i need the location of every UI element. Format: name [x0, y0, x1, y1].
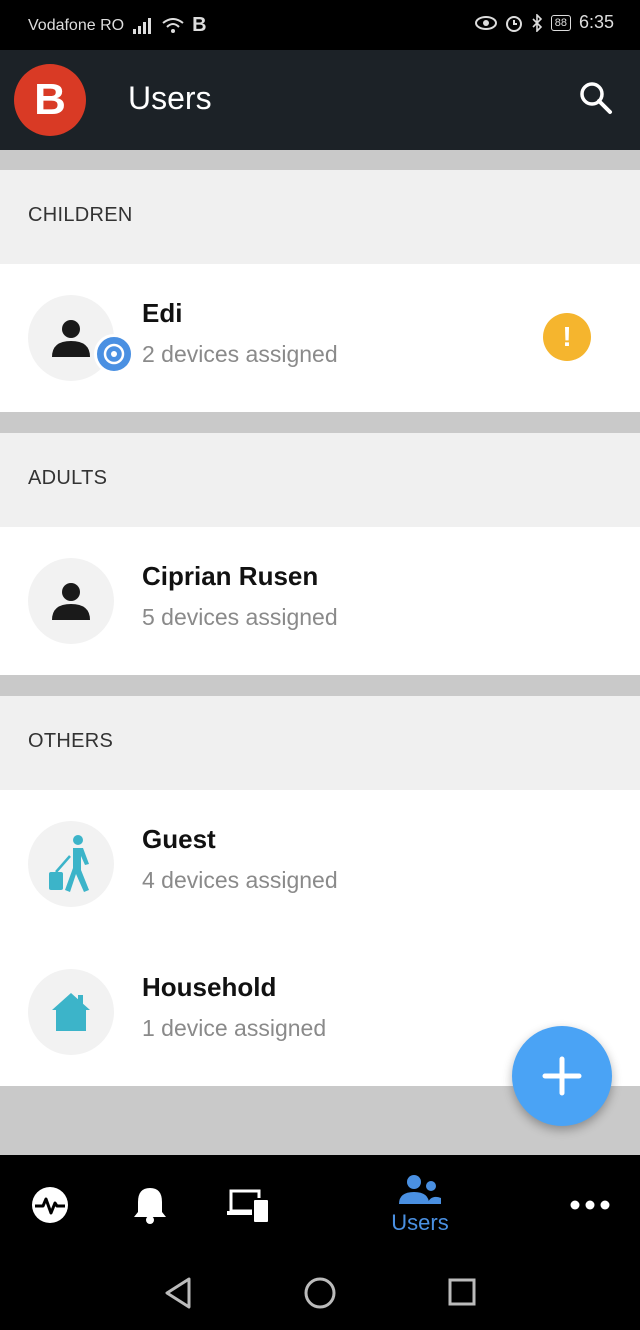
child-badge-icon [103, 343, 125, 365]
status-left: Vodafone RO B [28, 14, 207, 37]
home-circle-icon[interactable] [304, 1277, 336, 1309]
user-name: Ciprian Rusen [142, 561, 319, 591]
guest-icon [49, 835, 89, 892]
system-nav-bar [0, 1255, 640, 1330]
user-devices: 4 devices assigned [142, 867, 338, 893]
nav-devices[interactable] [225, 1155, 273, 1255]
user-name: Guest [142, 824, 216, 854]
battery-indicator: 88 [550, 14, 571, 31]
nav-notifications[interactable] [130, 1155, 170, 1255]
avatar [28, 821, 114, 907]
section-header-children: CHILDREN [0, 170, 640, 264]
bluetooth-icon [532, 13, 542, 32]
devices-icon [227, 1189, 270, 1223]
user-row-ciprian[interactable]: Ciprian Rusen 5 devices assigned [0, 527, 640, 675]
section-header-others: OTHERS [0, 696, 640, 790]
user-devices: 2 devices assigned [142, 341, 338, 367]
brand-logo[interactable]: B [14, 64, 86, 136]
user-name: Edi [142, 298, 183, 328]
bell-icon [134, 1188, 166, 1224]
signal-icon [133, 17, 152, 34]
back-icon[interactable] [163, 1277, 193, 1309]
warning-icon[interactable]: ! [543, 313, 591, 361]
page-title: Users [128, 80, 212, 116]
app-bar: B Users [0, 50, 640, 150]
nav-activity[interactable] [30, 1155, 70, 1255]
bottom-nav: Users [0, 1155, 640, 1255]
add-user-button[interactable] [512, 1026, 612, 1126]
search-icon [580, 82, 612, 114]
child-badge [94, 334, 134, 374]
users-icon [399, 1175, 441, 1204]
clock: 6:35 [578, 12, 614, 32]
nav-users[interactable]: Users [375, 1155, 465, 1255]
status-bar: Vodafone RO B 88 6:35 [0, 0, 640, 50]
carrier-app-icon: B [192, 14, 207, 36]
section-header-adults: ADULTS [0, 433, 640, 527]
person-icon [52, 583, 90, 620]
person-icon [52, 320, 90, 357]
user-devices: 1 device assigned [142, 1015, 327, 1041]
section-title: ADULTS [28, 467, 108, 489]
user-row-edi[interactable]: Edi 2 devices assigned ! [0, 264, 640, 412]
carrier-label: Vodafone RO [28, 16, 125, 34]
user-name: Household [142, 972, 277, 1002]
search-button[interactable] [578, 80, 618, 120]
user-row-guest[interactable]: Guest 4 devices assigned [0, 790, 640, 938]
home-icon [52, 993, 90, 1031]
avatar [28, 969, 114, 1055]
nav-users-label: Users [391, 1210, 449, 1235]
status-right: 88 6:35 [474, 12, 614, 33]
wifi-icon [162, 17, 184, 33]
section-title: CHILDREN [28, 204, 133, 226]
nav-more[interactable] [565, 1155, 615, 1255]
alarm-icon [505, 15, 522, 32]
eye-icon [474, 15, 497, 30]
user-devices: 5 devices assigned [142, 604, 338, 630]
more-icon [570, 1200, 610, 1210]
recents-icon[interactable] [448, 1278, 476, 1306]
plus-icon [542, 1056, 582, 1096]
avatar [28, 558, 114, 644]
activity-icon [32, 1187, 68, 1223]
section-title: OTHERS [28, 730, 114, 752]
